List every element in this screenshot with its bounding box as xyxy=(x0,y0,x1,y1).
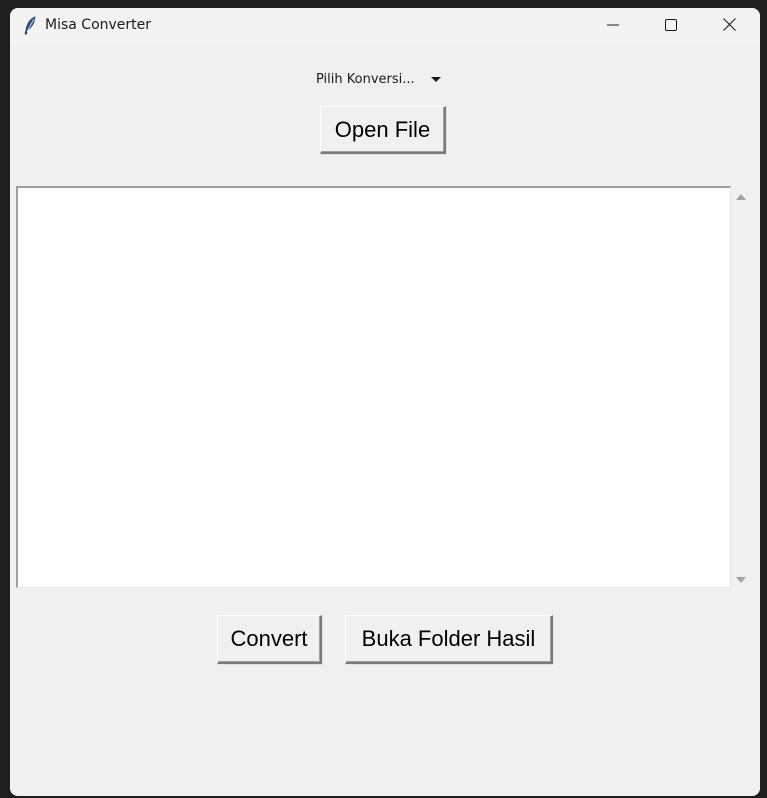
title-bar[interactable]: Misa Converter xyxy=(10,8,760,45)
minimize-button[interactable] xyxy=(584,8,642,45)
convert-button[interactable]: Convert xyxy=(217,615,322,664)
scroll-up-icon[interactable] xyxy=(736,194,746,200)
scroll-down-icon[interactable] xyxy=(736,577,746,583)
open-result-folder-button[interactable]: Buka Folder Hasil xyxy=(345,615,553,664)
feather-icon xyxy=(22,16,40,36)
output-textarea[interactable] xyxy=(16,186,731,588)
close-icon xyxy=(722,17,736,36)
app-window: Misa Converter Pilih Konversi... Open Fi… xyxy=(10,8,760,796)
conversion-select-label: Pilih Konversi... xyxy=(316,71,415,87)
maximize-button[interactable] xyxy=(642,8,700,45)
main-content: Pilih Konversi... Open File Convert Buka… xyxy=(10,45,760,796)
minimize-icon xyxy=(607,18,619,36)
conversion-select[interactable]: Pilih Konversi... xyxy=(316,68,441,90)
maximize-icon xyxy=(665,18,677,36)
vertical-scrollbar[interactable] xyxy=(732,186,751,588)
chevron-down-icon xyxy=(430,76,441,82)
close-button[interactable] xyxy=(700,8,758,45)
window-title: Misa Converter xyxy=(45,17,152,33)
open-file-button[interactable]: Open File xyxy=(320,106,446,154)
